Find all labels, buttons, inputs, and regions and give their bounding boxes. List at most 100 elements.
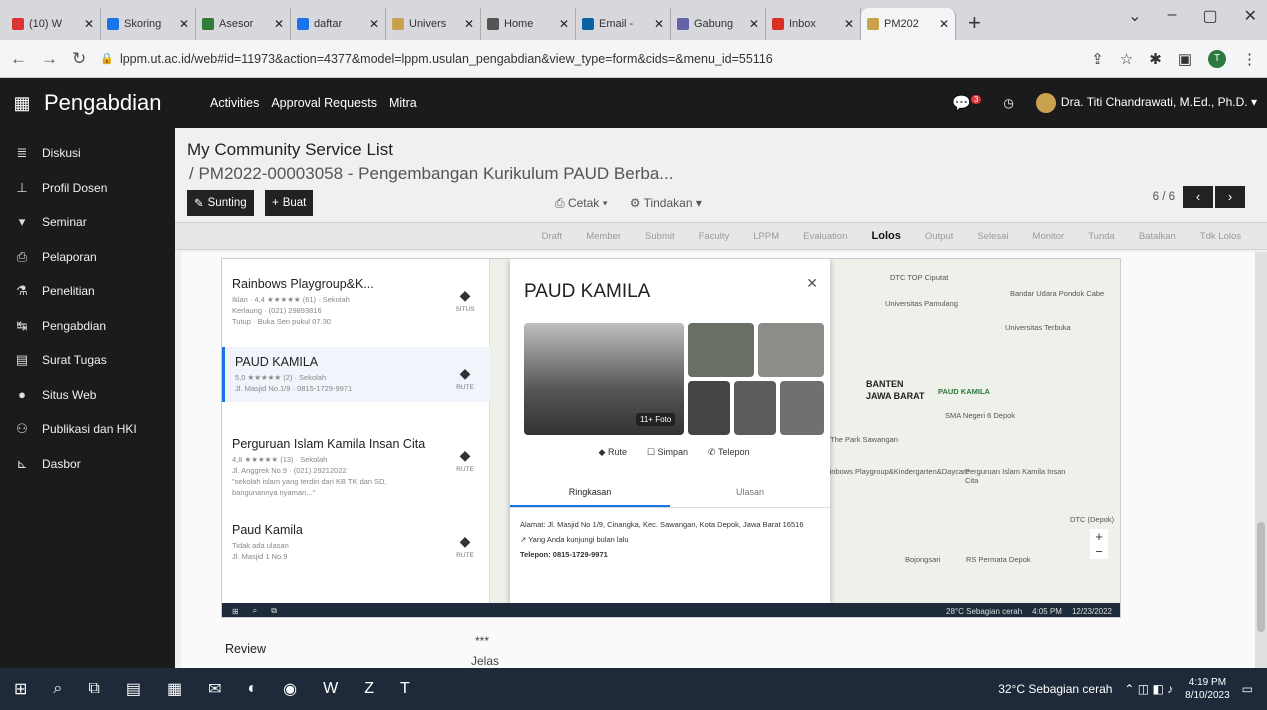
menu-approval-requests[interactable]: Approval Requests xyxy=(271,96,377,110)
sidepanel-icon[interactable]: ▣ xyxy=(1178,50,1192,68)
bookmark-star-icon[interactable]: ☆ xyxy=(1120,50,1133,68)
search-icon[interactable]: ⌕ xyxy=(53,680,62,698)
zoom-icon[interactable]: Z xyxy=(364,680,374,698)
browser-tab[interactable]: (10) W ✕ xyxy=(6,8,101,40)
edge-icon[interactable]: ◐ xyxy=(247,680,257,698)
stage-item[interactable]: Output xyxy=(925,231,954,242)
browser-tab[interactable]: Univers ✕ xyxy=(386,8,481,40)
place-side-action[interactable]: ◆ RUTE xyxy=(448,365,482,391)
create-button[interactable]: + Buat xyxy=(265,190,314,216)
tab-close-icon[interactable]: ✕ xyxy=(844,17,854,31)
tab-reviews[interactable]: Ulasan xyxy=(670,479,830,507)
browser-tab[interactable]: Gabung ✕ xyxy=(671,8,766,40)
sidebar-item[interactable]: ⚇ Publikasi dan HKI xyxy=(0,412,175,447)
minimize-icon[interactable]: – xyxy=(1168,6,1177,26)
tab-close-icon[interactable]: ✕ xyxy=(464,17,474,31)
stage-item[interactable]: Lolos xyxy=(872,230,901,242)
reload-icon[interactable]: ↻ xyxy=(72,49,86,69)
browser-tab[interactable]: Skoring ✕ xyxy=(101,8,196,40)
tab-list-chevron-icon[interactable]: ⌄ xyxy=(1128,6,1141,26)
tab-close-icon[interactable]: ✕ xyxy=(369,17,379,31)
browser-tab[interactable]: Inbox ✕ xyxy=(766,8,861,40)
action-dropdown[interactable]: ⚙ Tindakan ▾ xyxy=(630,196,702,211)
place-photos[interactable]: 11+ Foto xyxy=(524,323,824,435)
photo-thumb[interactable] xyxy=(780,381,824,435)
stage-item[interactable]: Submit xyxy=(645,231,675,242)
photo-thumb[interactable] xyxy=(688,323,754,377)
share-icon[interactable]: ⇪ xyxy=(1091,50,1104,68)
stage-item[interactable]: LPPM xyxy=(753,231,779,242)
sidebar-item[interactable]: ↹ Pengabdian xyxy=(0,309,175,344)
pager-prev-button[interactable]: ‹ xyxy=(1183,186,1213,208)
widgets-icon[interactable]: ▤ xyxy=(126,679,141,699)
menu-mitra[interactable]: Mitra xyxy=(389,96,417,110)
stage-item[interactable]: Member xyxy=(586,231,621,242)
mail-icon[interactable]: ✉ xyxy=(208,679,221,699)
sidebar-item[interactable]: ≣ Diskusi xyxy=(0,136,175,171)
place-side-action[interactable]: ◆ SITUS xyxy=(448,287,482,313)
chrome-icon[interactable]: ◉ xyxy=(283,679,297,699)
sidebar-item[interactable]: ⊾ Dasbor xyxy=(0,447,175,482)
map-zoom-control[interactable]: + − xyxy=(1090,529,1108,559)
maximize-icon[interactable]: ▢ xyxy=(1202,6,1217,26)
browser-tab[interactable]: Asesor ✕ xyxy=(196,8,291,40)
word-icon[interactable]: W xyxy=(323,680,338,698)
tab-close-icon[interactable]: ✕ xyxy=(749,17,759,31)
clock-activity-icon[interactable]: ◷ xyxy=(1003,96,1013,110)
close-window-icon[interactable]: ✕ xyxy=(1244,6,1257,26)
stage-item[interactable]: Evaluation xyxy=(803,231,847,242)
windows-start-icon[interactable]: ⊞ xyxy=(14,679,27,699)
photo-thumb[interactable] xyxy=(688,381,730,435)
browser-tab[interactable]: Home ✕ xyxy=(481,8,576,40)
pager-next-button[interactable]: › xyxy=(1215,186,1245,208)
tab-close-icon[interactable]: ✕ xyxy=(939,17,949,31)
sidebar-item[interactable]: ▤ Surat Tugas xyxy=(0,343,175,378)
edit-button[interactable]: ✎ Sunting xyxy=(187,190,254,216)
close-icon[interactable]: ✕ xyxy=(806,275,818,292)
place-result[interactable]: Rainbows Playgroup&K... Iklan · 4,4 ★★★★★… xyxy=(222,269,490,335)
place-result[interactable]: PAUD KAMILA 5,0 ★★★★★ (2) · Sekolah Jl. Ma… xyxy=(222,347,490,402)
sidebar-item[interactable]: ⎙ Pelaporan xyxy=(0,240,175,275)
stage-item[interactable]: Draft xyxy=(542,231,563,242)
clock[interactable]: 4:19 PM 8/10/2023 xyxy=(1185,676,1230,702)
tab-close-icon[interactable]: ✕ xyxy=(84,17,94,31)
tab-close-icon[interactable]: ✕ xyxy=(274,17,284,31)
stage-item[interactable]: Selesai xyxy=(977,231,1008,242)
print-dropdown[interactable]: ⎙ Cetak ▾ xyxy=(555,196,608,211)
sidebar-item[interactable]: ● Situs Web xyxy=(0,378,175,413)
weather-widget[interactable]: 32°C Sebagian cerah xyxy=(998,682,1112,696)
tab-summary[interactable]: Ringkasan xyxy=(510,479,670,507)
task-view-icon[interactable]: ⧉ xyxy=(88,680,99,698)
place-result[interactable]: Perguruan Islam Kamila Insan Cita 4,8 ★★★… xyxy=(222,429,490,506)
stage-item[interactable]: Monitor xyxy=(1033,231,1065,242)
teams-icon[interactable]: T xyxy=(400,680,410,698)
stage-item[interactable]: Batalkan xyxy=(1139,231,1176,242)
apps-grid-icon[interactable]: ▦ xyxy=(0,93,44,114)
back-arrow-icon[interactable]: ← xyxy=(10,49,27,69)
breadcrumb-parent[interactable]: My Community Service List xyxy=(187,140,393,160)
place-side-action[interactable]: ◆ RUTE xyxy=(448,447,482,473)
scrollbar[interactable] xyxy=(1255,252,1267,668)
sidebar-item[interactable]: ⚗ Penelitian xyxy=(0,274,175,309)
save-button[interactable]: ☐ Simpan xyxy=(647,447,688,458)
sidebar-item[interactable]: ⊥ Profil Dosen xyxy=(0,171,175,206)
phone-button[interactable]: ✆ Telepon xyxy=(708,447,749,458)
browser-tab[interactable]: daftar ✕ xyxy=(291,8,386,40)
photo-thumb[interactable] xyxy=(758,323,824,377)
user-menu[interactable]: Dra. Titi Chandrawati, M.Ed., Ph.D. ▾ xyxy=(1035,93,1257,113)
sidebar-item[interactable]: ▾ Seminar xyxy=(0,205,175,240)
browser-tab[interactable]: Email - ✕ xyxy=(576,8,671,40)
place-side-action[interactable]: ◆ RUTE xyxy=(448,533,482,559)
profile-avatar[interactable]: T xyxy=(1208,49,1226,68)
route-button[interactable]: ◆ Rute xyxy=(599,447,627,458)
tab-close-icon[interactable]: ✕ xyxy=(654,17,664,31)
scrollbar-thumb[interactable] xyxy=(1257,522,1265,632)
new-tab-button[interactable]: + xyxy=(956,8,993,40)
extensions-icon[interactable]: ✱ xyxy=(1149,50,1162,68)
more-menu-icon[interactable]: ⋮ xyxy=(1242,50,1257,68)
menu-activities[interactable]: Activities xyxy=(210,96,259,110)
tab-close-icon[interactable]: ✕ xyxy=(179,17,189,31)
url-field[interactable]: 🔒 lppm.ut.ac.id/web#id=11973&action=4377… xyxy=(100,52,1077,66)
tray-icons[interactable]: ⌃ ◫ ◧ ♪ xyxy=(1124,682,1173,696)
forward-arrow-icon[interactable]: → xyxy=(41,49,58,69)
